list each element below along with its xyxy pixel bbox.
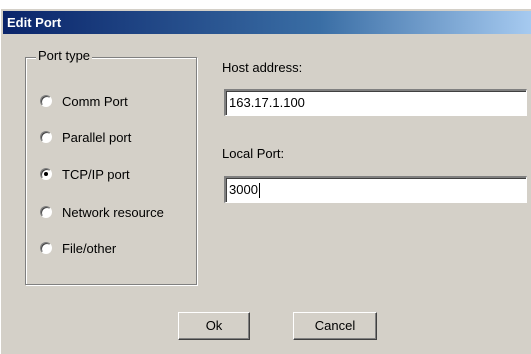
- radio-button-icon[interactable]: [40, 131, 52, 143]
- radio-label: File/other: [62, 240, 117, 256]
- host-address-input[interactable]: 163.17.1.100: [224, 89, 527, 116]
- text-caret: [258, 183, 260, 199]
- radio-label: Comm Port: [62, 93, 128, 109]
- radio-label: Network resource: [62, 204, 164, 220]
- local-port-input[interactable]: 3000: [224, 176, 527, 203]
- ok-button[interactable]: Ok: [178, 312, 250, 340]
- port-type-legend: Port type: [36, 48, 93, 63]
- radio-label: TCP/IP port: [62, 166, 130, 182]
- cancel-button[interactable]: Cancel: [293, 312, 377, 340]
- title-bar[interactable]: Edit Port: [3, 11, 531, 34]
- radio-dot-icon: [44, 172, 48, 176]
- radio-network-resource[interactable]: Network resource: [40, 203, 164, 221]
- radio-button-icon[interactable]: [40, 206, 52, 218]
- radio-tcpip-port[interactable]: TCP/IP port: [40, 165, 130, 183]
- radio-button-icon[interactable]: [40, 242, 52, 254]
- host-address-value: 163.17.1.100: [229, 95, 305, 110]
- radio-file-other[interactable]: File/other: [40, 239, 116, 257]
- radio-button-icon[interactable]: [40, 95, 52, 107]
- radio-label: Parallel port: [62, 129, 132, 145]
- radio-button-icon[interactable]: [40, 168, 52, 180]
- host-address-label: Host address:: [222, 60, 303, 75]
- radio-comm-port[interactable]: Comm Port: [40, 92, 128, 110]
- local-port-value: 3000: [229, 182, 258, 197]
- local-port-label: Local Port:: [222, 146, 285, 161]
- window-title: Edit Port: [7, 15, 62, 30]
- radio-parallel-port[interactable]: Parallel port: [40, 128, 131, 146]
